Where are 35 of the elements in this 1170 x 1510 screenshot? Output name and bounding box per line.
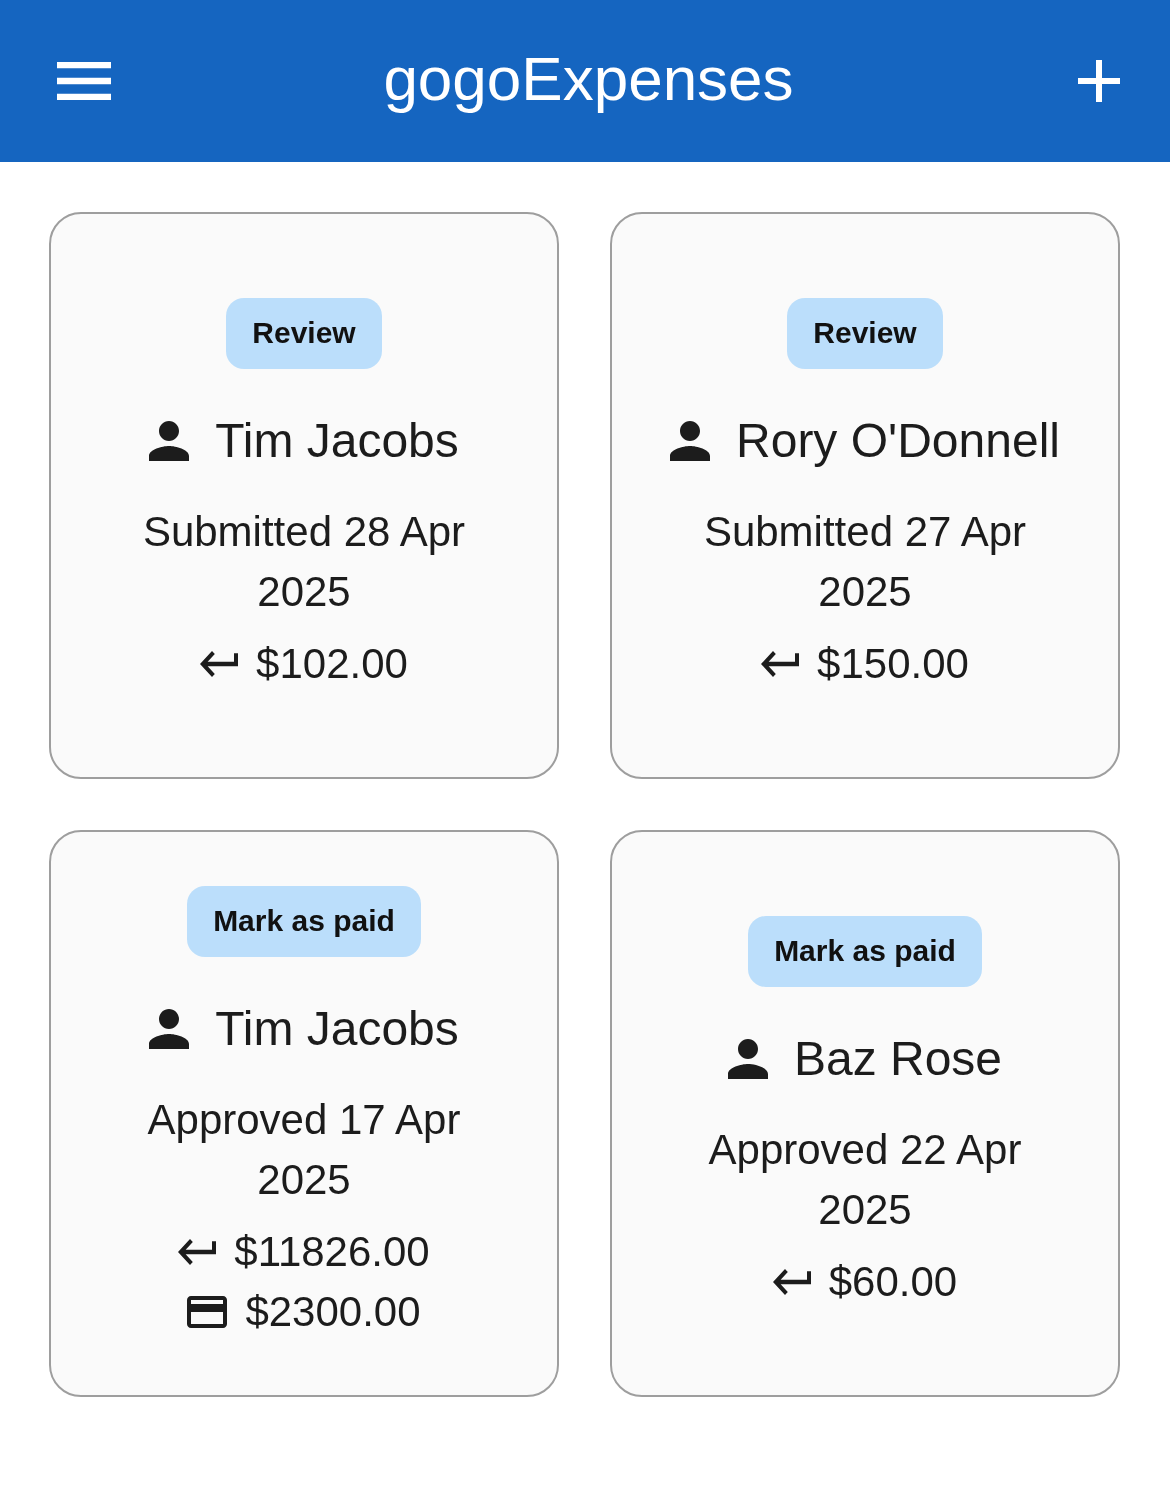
- menu-icon: [57, 62, 111, 100]
- credit-card-icon: [187, 1295, 228, 1328]
- employee-name: Baz Rose: [793, 1030, 1003, 1087]
- expense-card[interactable]: Mark as paid Baz Rose Approved 22 Apr 2025 $60.00: [610, 830, 1120, 1397]
- action-chip[interactable]: Mark as paid: [748, 915, 982, 987]
- amount-text: $102.00: [256, 638, 408, 689]
- amount-text: $11826.00: [234, 1226, 430, 1277]
- employee-name: Rory O'Donnell: [736, 412, 1060, 469]
- status-date: Approved 17 Apr 2025: [146, 1094, 462, 1205]
- add-button[interactable]: [1078, 60, 1120, 102]
- person-icon: [149, 1008, 190, 1049]
- status-date: Submitted 28 Apr 2025: [141, 506, 467, 617]
- return-arrow-icon: [772, 1268, 811, 1295]
- action-chip[interactable]: Review: [787, 297, 943, 369]
- status-date: Submitted 27 Apr 2025: [702, 506, 1028, 617]
- expense-card[interactable]: Mark as paid Tim Jacobs Approved 17 Apr 2025 $11826.00 $2300.00: [49, 830, 559, 1397]
- return-arrow-icon: [200, 650, 239, 677]
- amount-text: $150.00: [817, 638, 969, 689]
- person-icon: [727, 1038, 768, 1079]
- return-arrow-icon: [178, 1238, 217, 1265]
- plus-icon: [1078, 60, 1120, 102]
- amount-text: $60.00: [828, 1256, 958, 1307]
- employee-name: Tim Jacobs: [215, 1000, 459, 1057]
- status-date: Approved 22 Apr 2025: [707, 1124, 1023, 1235]
- return-arrow-icon: [761, 650, 800, 677]
- expense-card[interactable]: Review Rory O'Donnell Submitted 27 Apr 2025 $150.00: [610, 212, 1120, 779]
- expense-card[interactable]: Review Tim Jacobs Submitted 28 Apr 2025 $102.00: [49, 212, 559, 779]
- action-chip[interactable]: Review: [226, 297, 382, 369]
- menu-button[interactable]: [57, 62, 111, 100]
- person-icon: [670, 420, 710, 461]
- person-icon: [149, 420, 190, 461]
- amount-text: $2300.00: [245, 1286, 421, 1337]
- app-title: gogoExpenses: [383, 42, 794, 115]
- employee-name: Tim Jacobs: [215, 412, 459, 469]
- action-chip[interactable]: Mark as paid: [187, 885, 421, 957]
